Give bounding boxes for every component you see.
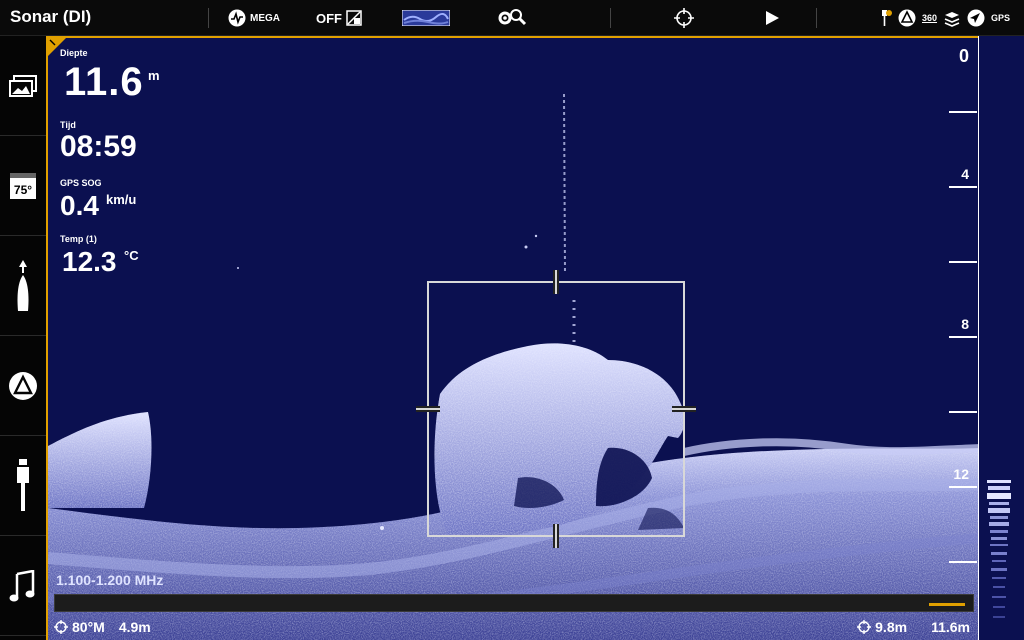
depth-label: Diepte [60,48,88,58]
cursor-depth-readout: 9.8m [857,619,907,635]
time-value: 08:59 [60,130,137,163]
depth-unit: m [148,68,160,83]
crosshair-icon [54,620,68,634]
temp-unit: °C [124,248,139,263]
sidebar-item-views[interactable] [0,36,46,136]
heading-readout: 80°M [54,619,105,635]
scale-tick [949,336,977,338]
views-icon [9,74,37,97]
chart-thumbnail[interactable] [402,6,450,30]
scale-tick [949,486,977,488]
gear-search-icon [498,9,527,26]
off-toggle-button[interactable]: OFF [316,6,362,30]
sidebar-item-autochart[interactable] [0,336,46,436]
transducer-warning-icon [882,10,892,26]
transducer-icon [17,458,29,511]
sog-label: GPS SOG [60,178,102,188]
scale-tick [949,561,977,563]
scale-tick [949,261,977,263]
mega-icon [228,9,246,27]
play-icon [766,11,779,25]
off-label: OFF [316,10,342,26]
scale-label-4: 4 [961,166,969,182]
mega-mode-button[interactable]: MEGA [228,6,280,30]
sonar-settings-button[interactable] [496,6,528,30]
sog-unit: km/u [106,192,137,207]
flasher-bar [987,480,1011,618]
divider [816,8,817,28]
sonar-image [48,93,978,640]
sidebar-item-temperature[interactable]: 75° [0,136,46,236]
cursor-distance-value: 4.9m [118,619,151,635]
mega-label: MEGA [250,12,280,24]
sidebar-item-boat[interactable] [0,236,46,336]
scale-label-12: 12 [953,466,969,482]
depth-scale: 0 4 8 12 [949,36,1024,640]
cursor-button[interactable] [674,6,694,30]
label-360: 360 [922,13,938,23]
depth-info: 9.8m 11.6m [857,619,970,635]
divider [610,8,611,28]
autochart-icon [9,371,37,400]
temperature-icon: 75° [10,172,36,199]
gps-label: GPS [991,13,1011,23]
crosshair-icon [674,8,694,28]
bottom-depth-value: 11.6m [931,619,970,635]
top-bar: Sonar (DI) MEGA OFF 360 GPS [0,0,1024,36]
auto-icon [346,10,362,26]
layers-icon [944,12,960,27]
temp-value: 12.3 [62,246,117,277]
scale-label-8: 8 [961,316,969,332]
history-timeline[interactable] [54,594,974,612]
sidebar: 75° [0,36,46,640]
sidebar-item-music[interactable] [0,536,46,636]
scale-label-0: 0 [958,46,969,66]
cursor-info: 80°M 4.9m [54,619,151,635]
divider [208,8,209,28]
chart-thumbnail-icon [402,10,450,26]
temp-label: Temp (1) [60,234,97,244]
scale-tick [949,186,977,188]
boat-icon [17,259,29,311]
sensor-status-icons: 360 GPS [880,6,1010,30]
navigation-icon [967,9,985,27]
scale-tick [949,411,977,413]
cursor-depth-value: 9.8m [875,619,908,635]
heading-value: 80°M [72,619,105,635]
timeline-position-marker [929,603,965,606]
play-button[interactable] [764,6,780,30]
sog-value: 0.4 [60,190,99,221]
crosshair-icon [857,620,872,634]
page-title: Sonar (DI) [10,7,92,26]
frequency-label: 1.100-1.200 MHz [56,572,164,588]
sidebar-item-transducer[interactable] [0,436,46,536]
scale-tick [949,111,977,113]
depth-value: 11.6 [64,60,144,104]
autochart-icon [898,9,916,27]
time-label: Tijd [60,120,76,130]
sonar-view[interactable]: Diepte 11.6 m Tijd 08:59 GPS SOG 0.4 km/… [46,36,978,640]
music-note-icon [9,569,35,601]
